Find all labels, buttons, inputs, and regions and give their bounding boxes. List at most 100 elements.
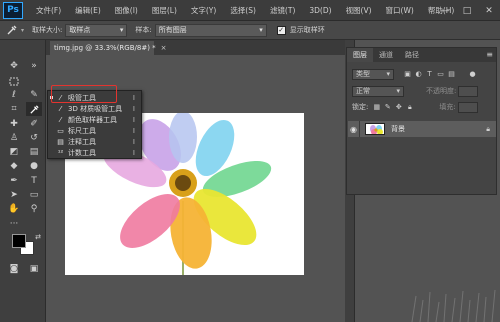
quick-mask-icon[interactable]: ◙ <box>6 262 22 276</box>
panel-menu-icon[interactable]: ≡ <box>486 50 493 59</box>
document-tab-title: timg.jpg @ 33.3%(RGB/8#) * <box>54 44 156 52</box>
menu-3d[interactable]: 3D(D) <box>302 6 338 15</box>
layers-panel-tabs: 图层 通道 路径 <box>347 48 496 62</box>
sample-select[interactable]: 所有图层 ▾ <box>154 23 267 37</box>
fill-input[interactable] <box>457 101 478 113</box>
3d-eyedropper-icon: ⁄ <box>59 104 62 113</box>
flyout-item-shortcut: I <box>132 148 135 157</box>
menu-layer[interactable]: 图层(L) <box>145 5 184 16</box>
move-tool-icon[interactable]: ✥ <box>6 59 22 73</box>
tab-close-icon[interactable]: × <box>161 44 167 52</box>
filter-adjustment-icon[interactable]: ◐ <box>413 69 424 80</box>
menu-bar: Ps 文件(F) 编辑(E) 图像(I) 图层(L) 文字(Y) 选择(S) 滤… <box>0 0 500 21</box>
menu-type[interactable]: 文字(Y) <box>184 5 223 16</box>
toolbox: ✥ » ℓ ✎ ⌗ ✚ ✐ ♙ ↺ ◩ ▤ ◆ ● ✒ T ➤ ▭ ✋ ⚲ ··… <box>0 40 46 322</box>
menu-view[interactable]: 视图(V) <box>339 5 379 16</box>
color-sampler-icon: ⁄ <box>59 115 62 124</box>
close-button[interactable]: ✕ <box>478 0 500 21</box>
pen-tool-icon[interactable]: ✒ <box>6 174 22 188</box>
opacity-label: 不透明度: <box>426 87 457 95</box>
path-selection-tool-icon[interactable]: ➤ <box>6 188 22 202</box>
zoom-tool-icon[interactable]: ⚲ <box>26 202 42 216</box>
healing-brush-tool-icon[interactable]: ✚ <box>6 117 22 131</box>
menu-filter[interactable]: 滤镜(T) <box>263 5 302 16</box>
layer-filter-row: 类型 ▾ ▣ ◐ T ▭ ▤ ● <box>352 68 492 80</box>
layer-row-background[interactable]: ◉ 背景 🔒︎ <box>348 121 496 137</box>
count-icon: ¹² <box>57 148 64 157</box>
sample-label: 样本: <box>135 26 152 34</box>
dodge-tool-icon[interactable]: ● <box>26 159 42 173</box>
eyedropper-preset-icon[interactable] <box>3 23 21 38</box>
menu-file[interactable]: 文件(F) <box>29 5 68 16</box>
more-tools-icon[interactable]: ··· <box>6 217 22 231</box>
lasso-tool-icon[interactable]: ℓ <box>6 88 22 102</box>
swap-colors-icon[interactable]: ⇄ <box>30 230 46 244</box>
lock-pixels-icon[interactable]: ✎ <box>382 102 393 113</box>
history-brush-tool-icon[interactable]: ↺ <box>26 131 42 145</box>
options-bar: ▾ 取样大小: 取样点 ▾ 样本: 所有图层 ▾ ✓ 显示取样环 <box>0 21 500 40</box>
lock-transparent-icon[interactable]: ▦ <box>371 102 382 113</box>
lock-position-icon[interactable]: ✥ <box>393 102 404 113</box>
blend-mode-select[interactable]: 正常 ▾ <box>352 85 404 97</box>
sample-size-value: 取样点 <box>69 26 91 34</box>
filter-smart-object-icon[interactable]: ▤ <box>446 69 457 80</box>
menu-edit[interactable]: 编辑(E) <box>68 5 108 16</box>
flyout-item-note[interactable]: ▤ 注释工具 I <box>48 136 141 147</box>
filter-shape-icon[interactable]: ▭ <box>435 69 446 80</box>
menu-window[interactable]: 窗口(W) <box>379 5 421 16</box>
blur-tool-icon[interactable]: ◆ <box>6 159 22 173</box>
hand-tool-icon[interactable]: ✋ <box>6 202 22 216</box>
crop-tool-icon[interactable]: ⌗ <box>6 102 22 116</box>
note-icon: ▤ <box>57 137 64 146</box>
chevron-expand-icon[interactable]: » <box>26 59 42 73</box>
flyout-item-3d-eyedropper[interactable]: ⁄ 3D 材质吸管工具 I <box>48 103 141 114</box>
shape-tool-icon[interactable]: ▭ <box>26 188 42 202</box>
filter-toggle-icon[interactable]: ● <box>467 69 478 80</box>
sample-size-select[interactable]: 取样点 ▾ <box>65 23 128 37</box>
marquee-tool-icon[interactable] <box>6 74 22 88</box>
flyout-item-shortcut: I <box>132 115 135 124</box>
visibility-eye-icon[interactable]: ◉ <box>348 121 360 137</box>
menu-image[interactable]: 图像(I) <box>108 5 145 16</box>
flyout-item-count[interactable]: ¹² 计数工具 I <box>48 147 141 158</box>
tab-paths[interactable]: 路径 <box>399 48 425 62</box>
type-tool-icon[interactable]: T <box>26 174 42 188</box>
maximize-button[interactable]: □ <box>456 0 478 21</box>
show-sampling-ring-checkbox[interactable]: ✓ <box>276 25 286 35</box>
preset-dropdown-icon[interactable]: ▾ <box>21 27 24 34</box>
flyout-item-label: 计数工具 <box>68 148 96 157</box>
tab-layers[interactable]: 图层 <box>347 48 373 62</box>
filter-type-icon[interactable]: T <box>424 69 435 80</box>
eyedropper-tool-icon[interactable] <box>26 102 42 116</box>
eraser-tool-icon[interactable]: ◩ <box>6 145 22 159</box>
layers-panel: 图层 通道 路径 ≡ 类型 ▾ ▣ ◐ T ▭ ▤ ● 正常 ▾ 不透明度: 锁… <box>346 47 497 195</box>
opacity-input[interactable] <box>458 85 479 97</box>
quick-select-tool-icon[interactable]: ✎ <box>26 88 42 102</box>
flyout-item-label: 颜色取样器工具 <box>68 115 117 124</box>
tab-channels[interactable]: 通道 <box>373 48 399 62</box>
document-tab[interactable]: timg.jpg @ 33.3%(RGB/8#) * × <box>50 41 167 55</box>
fill-label: 填充: <box>439 103 456 111</box>
highlight-annotation-box <box>51 85 117 103</box>
lock-all-icon[interactable]: 🔒︎ <box>404 102 415 113</box>
flyout-item-ruler[interactable]: ▭ 标尺工具 I <box>48 125 141 136</box>
filter-pixel-icon[interactable]: ▣ <box>402 69 413 80</box>
layer-name: 背景 <box>391 125 405 133</box>
flyout-item-label: 注释工具 <box>68 137 96 146</box>
menu-select[interactable]: 选择(S) <box>223 5 263 16</box>
flyout-item-shortcut: I <box>132 137 135 146</box>
screen-mode-icon[interactable]: ▣ <box>26 262 42 276</box>
minimize-button[interactable]: — <box>434 0 456 21</box>
brush-tool-icon[interactable]: ✐ <box>26 117 42 131</box>
foreground-color-swatch-front[interactable] <box>12 234 26 248</box>
flyout-item-label: 标尺工具 <box>68 126 96 135</box>
layer-filter-select[interactable]: 类型 ▾ <box>352 68 394 80</box>
chevron-down-icon: ▾ <box>119 26 124 34</box>
ruler-icon: ▭ <box>57 126 64 135</box>
flyout-item-color-sampler[interactable]: ⁄ 颜色取样器工具 I <box>48 114 141 125</box>
gradient-tool-icon[interactable]: ▤ <box>26 145 42 159</box>
lock-fill-row: 锁定: ▦ ✎ ✥ 🔒︎ 填充: <box>352 101 492 113</box>
layer-thumbnail <box>365 123 385 135</box>
decorative-texture <box>411 289 496 322</box>
clone-stamp-tool-icon[interactable]: ♙ <box>6 131 22 145</box>
